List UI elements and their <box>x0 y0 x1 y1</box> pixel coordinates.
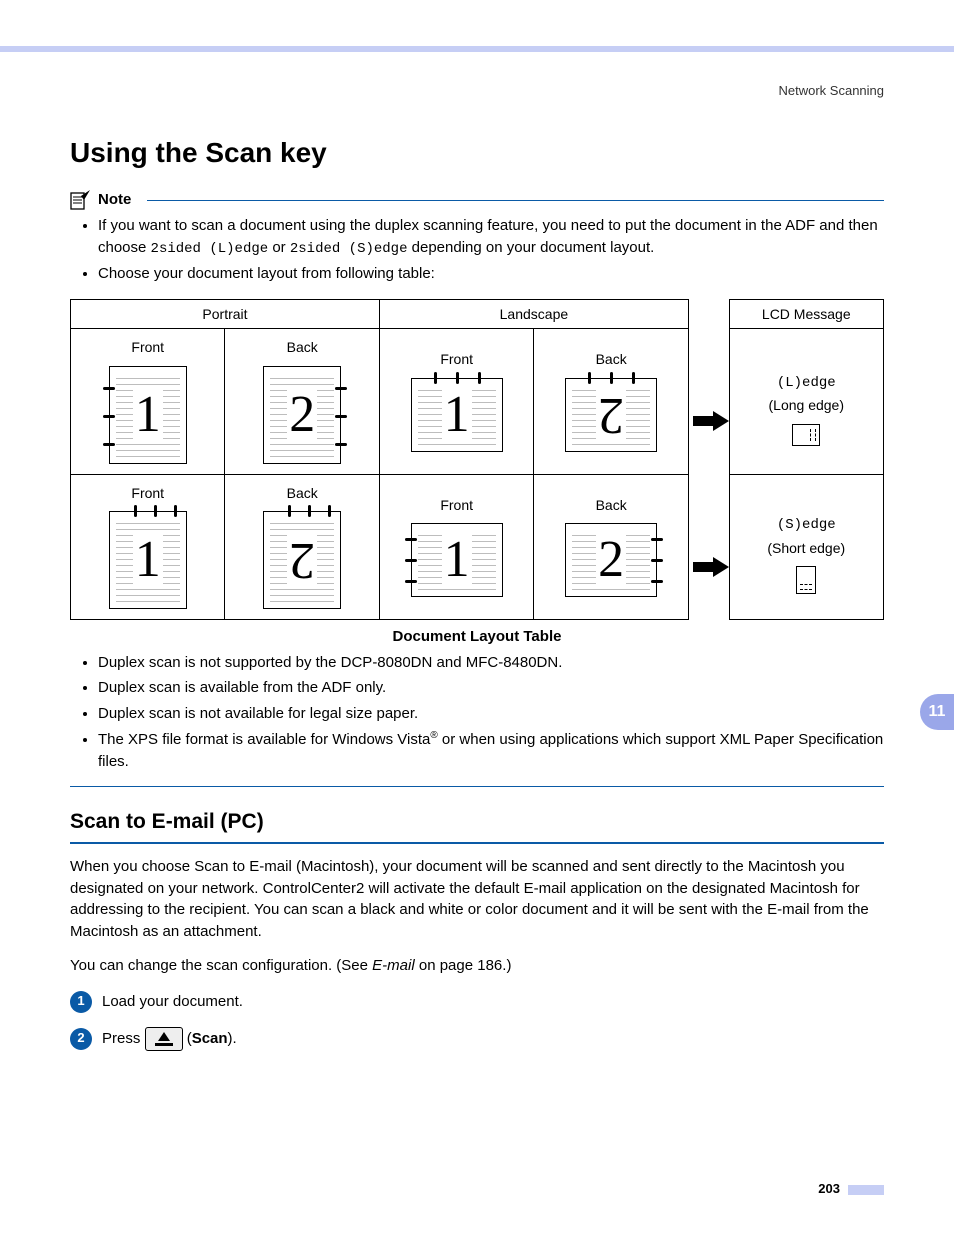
page-number: 203 <box>818 1180 840 1199</box>
spacer <box>688 299 729 328</box>
cell-landscape-back: Back 2 <box>534 329 688 474</box>
cell-landscape-front: Front 1 <box>379 329 533 474</box>
list-item: Duplex scan is not supported by the DCP-… <box>98 652 884 674</box>
orientation-icon <box>792 424 820 446</box>
scan-hardware-button-icon <box>145 1027 183 1051</box>
page-diagram: 1 <box>411 378 503 452</box>
cell-lcd: (S)edge (Short edge) <box>729 474 883 619</box>
step-row: 1 Load your document. <box>70 991 884 1013</box>
cell-portrait-front: Front 1 <box>71 329 225 474</box>
arrow-cell <box>688 329 729 474</box>
step-number-badge: 2 <box>70 1028 92 1050</box>
arrow-icon <box>693 413 729 429</box>
note-label: Note <box>98 189 131 211</box>
step-row: 2 Press (Scan). <box>70 1027 884 1051</box>
note-end-rule <box>70 786 884 787</box>
page-diagram: 1 <box>109 511 187 609</box>
cell-portrait-back: Back 2 <box>225 329 379 474</box>
section-name: Network Scanning <box>779 82 885 101</box>
paragraph: You can change the scan configuration. (… <box>70 955 884 977</box>
list-item: The XPS file format is available for Win… <box>98 729 884 773</box>
page-diagram: 2 <box>565 523 657 597</box>
layout-table: Portrait Landscape LCD Message Front 1 <box>70 299 884 620</box>
list-item: Duplex scan is available from the ADF on… <box>98 677 884 699</box>
note-item: Choose your document layout from followi… <box>98 263 884 285</box>
chapter-tab: 11 <box>920 694 954 730</box>
list-item: Duplex scan is not available for legal s… <box>98 703 884 725</box>
paragraph: When you choose Scan to E-mail (Macintos… <box>70 856 884 943</box>
section-heading: Scan to E-mail (PC) <box>70 807 884 843</box>
page-diagram: 2 <box>263 511 341 609</box>
note-rule <box>147 200 884 201</box>
page-diagram: 1 <box>109 366 187 464</box>
note-list: If you want to scan a document using the… <box>70 215 884 285</box>
content-area: Using the Scan key Note If you w <box>0 133 954 1051</box>
footer-stripe <box>848 1185 884 1195</box>
arrow-icon <box>693 559 729 575</box>
th-landscape: Landscape <box>379 299 688 328</box>
th-lcd: LCD Message <box>729 299 883 328</box>
step-text: Load your document. <box>102 991 243 1013</box>
page: Network Scanning Using the Scan key Note <box>0 0 954 1235</box>
top-decor-bar <box>0 0 954 52</box>
table-caption: Document Layout Table <box>70 626 884 648</box>
th-portrait: Portrait <box>71 299 380 328</box>
note-icon <box>70 190 92 210</box>
page-diagram: 2 <box>565 378 657 452</box>
page-diagram: 2 <box>263 366 341 464</box>
page-title: Using the Scan key <box>70 133 884 174</box>
step-number-badge: 1 <box>70 991 92 1013</box>
cell-lcd: (L)edge (Long edge) <box>729 329 883 474</box>
cell-landscape-front: Front 1 <box>379 474 533 619</box>
cross-ref-link[interactable]: E-mail <box>372 957 415 974</box>
running-header: Network Scanning <box>0 52 954 109</box>
cell-landscape-back: Back 2 <box>534 474 688 619</box>
orientation-icon <box>796 566 816 594</box>
cell-portrait-back: Back 2 <box>225 474 379 619</box>
note-item: If you want to scan a document using the… <box>98 215 884 259</box>
arrow-cell <box>688 474 729 619</box>
after-table-list: Duplex scan is not supported by the DCP-… <box>70 652 884 773</box>
page-footer: 203 <box>818 1180 884 1199</box>
note-header: Note <box>70 189 884 211</box>
step-text: Press (Scan). <box>102 1027 237 1051</box>
note-block: Note If you want to scan a document usin… <box>70 189 884 285</box>
page-diagram: 1 <box>411 523 503 597</box>
cell-portrait-front: Front 1 <box>71 474 225 619</box>
